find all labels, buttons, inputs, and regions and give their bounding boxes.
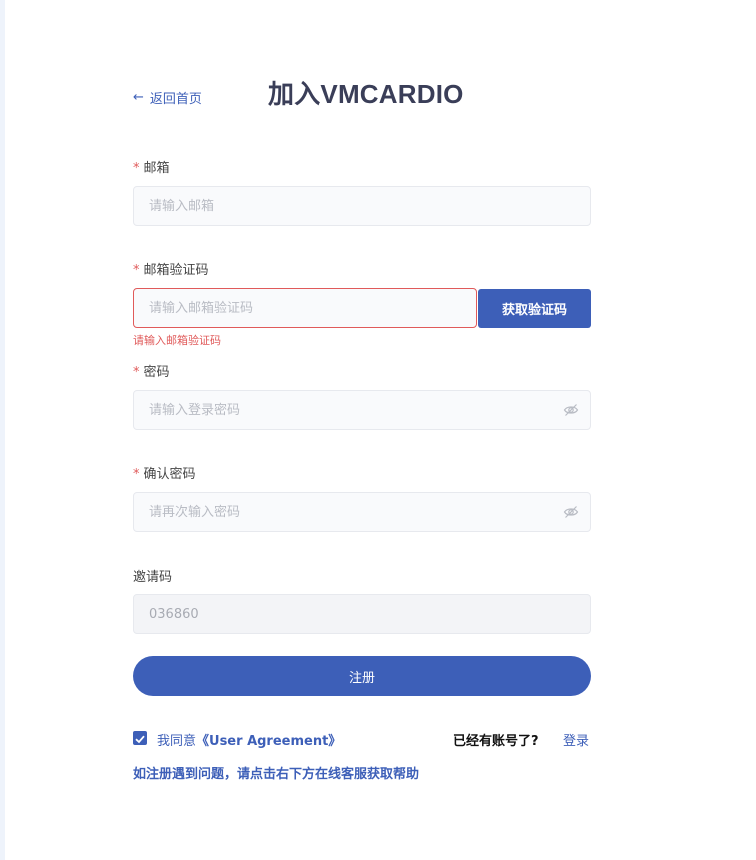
eye-off-icon[interactable] <box>563 504 579 520</box>
password-label-row: * 密码 <box>133 361 170 380</box>
back-home-link[interactable]: ← 返回首页 <box>133 88 202 107</box>
email-code-input[interactable] <box>133 288 477 328</box>
agree-text: 我同意《User Agreement》 <box>157 730 341 749</box>
email-code-label-row: * 邮箱验证码 <box>133 259 209 278</box>
required-mark: * <box>133 365 140 380</box>
agree-checkbox[interactable] <box>133 731 147 745</box>
required-mark: * <box>133 161 140 176</box>
agreement-row: 我同意《User Agreement》 已经有账号了? 登录 <box>133 729 593 749</box>
agree-prefix: 我同意 <box>157 734 197 749</box>
email-label-row: * 邮箱 <box>133 157 170 176</box>
back-home-label: 返回首页 <box>149 92 202 107</box>
email-code-label: 邮箱验证码 <box>143 263 209 278</box>
email-input[interactable] <box>133 186 591 226</box>
required-mark: * <box>133 467 140 482</box>
password-input[interactable] <box>133 390 591 430</box>
register-button[interactable]: 注册 <box>133 656 591 696</box>
user-agreement-link[interactable]: 《User Agreement》 <box>196 734 341 749</box>
page-header: ← 返回首页 加入VMCARDIO <box>133 74 593 110</box>
have-account-text: 已经有账号了? <box>453 734 539 749</box>
page-title: 加入VMCARDIO <box>268 79 464 109</box>
get-code-button[interactable]: 获取验证码 <box>478 289 591 328</box>
confirm-password-input[interactable] <box>133 492 591 532</box>
confirm-password-label: 确认密码 <box>143 467 196 482</box>
email-code-error: 请输入邮箱验证码 <box>133 334 221 347</box>
checkmark-icon <box>135 735 145 744</box>
help-text: 如注册遇到问题，请点击右下方在线客服获取帮助 <box>133 767 420 782</box>
eye-off-icon[interactable] <box>563 402 579 418</box>
password-label: 密码 <box>143 365 170 380</box>
email-label: 邮箱 <box>143 161 170 176</box>
login-link[interactable]: 登录 <box>563 730 589 749</box>
invite-code-input <box>133 594 591 634</box>
left-edge-strip <box>0 0 5 860</box>
confirm-password-label-row: * 确认密码 <box>133 463 196 482</box>
invite-code-label: 邀请码 <box>133 570 173 585</box>
required-mark: * <box>133 263 140 278</box>
arrow-left-icon: ← <box>133 90 144 105</box>
